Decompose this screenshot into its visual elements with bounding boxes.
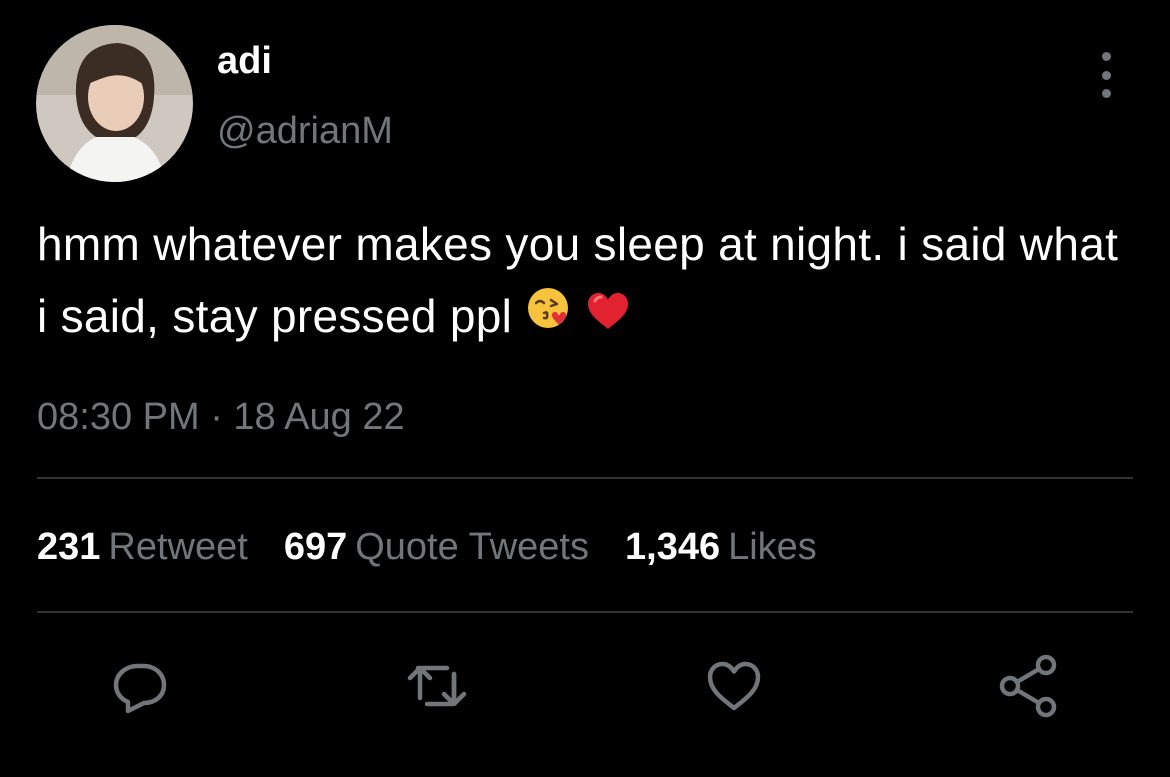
user-handle[interactable]: @adrianM bbox=[217, 108, 393, 154]
quote-tweets-count: 697 bbox=[283, 526, 348, 568]
retweets-count: 231 bbox=[37, 526, 101, 568]
tweet-timestamp: 08:30 PM · 18 Aug 22 bbox=[37, 396, 405, 438]
more-options-button[interactable] bbox=[1090, 52, 1122, 98]
retweets-label: Retweet bbox=[108, 526, 248, 568]
tweet-body: hmm whatever makes you sleep at night. i… bbox=[37, 208, 1127, 356]
share-icon bbox=[999, 654, 1057, 718]
more-dot bbox=[1101, 52, 1111, 61]
quote-tweets-stat[interactable]: 697 Quote Tweets bbox=[284, 522, 589, 572]
reply-icon bbox=[113, 663, 167, 714]
more-dot bbox=[1101, 70, 1111, 80]
tweet-stats: 231 Retweet 697 Quote Tweets 1,346 Likes bbox=[37, 522, 853, 572]
divider bbox=[37, 477, 1133, 479]
retweets-stat[interactable]: 231 Retweet bbox=[37, 522, 248, 572]
likes-stat[interactable]: 1,346 Likes bbox=[625, 522, 817, 572]
like-button[interactable] bbox=[702, 654, 766, 718]
retweet-icon bbox=[407, 665, 467, 707]
quote-tweets-label: Quote Tweets bbox=[355, 526, 589, 568]
share-button[interactable] bbox=[998, 654, 1062, 718]
divider bbox=[37, 611, 1133, 613]
display-name[interactable]: adi bbox=[217, 38, 272, 84]
red-heart-icon bbox=[586, 279, 630, 351]
likes-count: 1,346 bbox=[625, 526, 721, 568]
likes-label: Likes bbox=[728, 526, 817, 568]
like-icon bbox=[707, 661, 761, 711]
kissing-face-with-heart-icon bbox=[526, 279, 572, 351]
reply-button[interactable] bbox=[108, 654, 172, 718]
more-dot bbox=[1101, 89, 1111, 98]
avatar[interactable] bbox=[36, 25, 193, 182]
tweet-text: hmm whatever makes you sleep at night. i… bbox=[37, 218, 1119, 342]
retweet-button[interactable] bbox=[405, 654, 469, 718]
avatar-image bbox=[36, 25, 193, 182]
